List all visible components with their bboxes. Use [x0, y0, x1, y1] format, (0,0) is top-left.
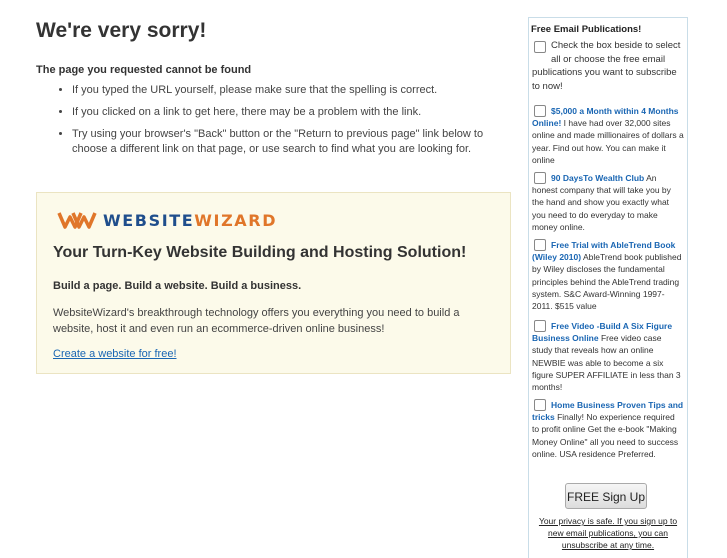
promo-tagline: Build a page. Build a website. Build a b…: [53, 280, 302, 292]
publication-checkbox[interactable]: [534, 105, 546, 117]
publication-item: Free Video -Build A Six Figure Business …: [532, 320, 684, 393]
privacy-note-link[interactable]: Your privacy is safe. If you sign up to …: [531, 515, 685, 551]
promo-description: WebsiteWizard's breakthrough technology …: [53, 307, 460, 335]
logo-wordmark: WEBSITEWIZARD: [103, 210, 278, 230]
select-all-label: Check the box beside to select all or ch…: [532, 40, 681, 92]
websitewizard-logo: WEBSITEWIZARD: [57, 207, 277, 233]
select-all-checkbox[interactable]: [534, 41, 546, 53]
websitewizard-promo: WEBSITEWIZARD Your Turn-Key Website Buil…: [36, 192, 511, 374]
publication-item: 90 DaysTo Wealth Club An honest company …: [532, 172, 684, 233]
error-subheading: The page you requested cannot be found: [36, 64, 252, 76]
publication-item: Home Business Proven Tips and tricks Fin…: [532, 399, 684, 460]
tip-item: If you typed the URL yourself, please ma…: [72, 83, 506, 98]
publication-checkbox[interactable]: [534, 399, 546, 411]
publication-title[interactable]: 90 DaysTo Wealth Club: [551, 173, 644, 183]
publication-checkbox[interactable]: [534, 320, 546, 332]
create-website-link[interactable]: Create a website for free!: [53, 348, 177, 360]
wizard-w-icon: [57, 212, 97, 229]
tip-item: Try using your browser's "Back" button o…: [72, 127, 506, 157]
select-all-row: Check the box beside to select all or ch…: [532, 39, 684, 93]
tips-list: If you typed the URL yourself, please ma…: [36, 83, 506, 164]
page-title: We're very sorry!: [36, 19, 207, 42]
promo-headline: Your Turn-Key Website Building and Hosti…: [53, 244, 467, 261]
email-publications-sidebar: Free Email Publications! Check the box b…: [528, 17, 688, 558]
sidebar-title: Free Email Publications!: [531, 24, 642, 35]
publication-checkbox[interactable]: [534, 172, 546, 184]
free-signup-button[interactable]: FREE Sign Up: [565, 483, 647, 509]
tip-item: If you clicked on a link to get here, th…: [72, 105, 506, 120]
publication-checkbox[interactable]: [534, 239, 546, 251]
publication-item: $5,000 a Month within 4 Months Online! I…: [532, 105, 684, 166]
publication-item: Free Trial with AbleTrend Book (Wiley 20…: [532, 239, 684, 312]
